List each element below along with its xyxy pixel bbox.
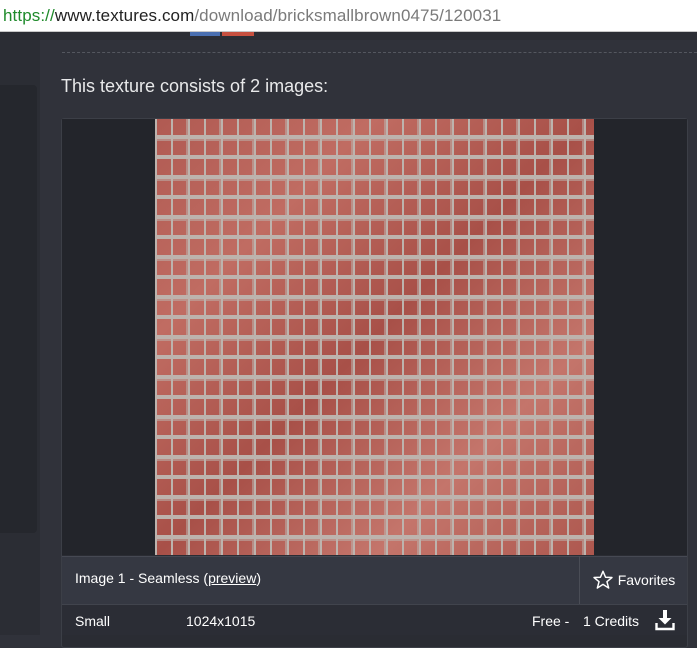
image-label: Image 1 - Seamless (preview) — [75, 570, 261, 586]
share-button-partial[interactable] — [190, 32, 220, 36]
url-domain: www.textures.com — [54, 6, 195, 25]
page-heading: This texture consists of 2 images: — [61, 76, 329, 96]
image-label-text: Image 1 - Seamless ( — [75, 570, 209, 586]
dashed-divider — [62, 52, 697, 53]
url-scheme: https:// — [3, 6, 55, 25]
image-label-end: ) — [256, 570, 261, 586]
page-top-strip — [0, 32, 697, 40]
address-bar[interactable]: https://www.textures.com/download/bricks… — [0, 0, 697, 32]
left-panel — [0, 85, 37, 533]
star-outline-icon — [592, 570, 613, 589]
share-button-partial-red[interactable] — [222, 32, 254, 36]
favorites-label: Favorites — [617, 572, 676, 588]
preview-link[interactable]: preview — [208, 570, 256, 586]
download-free-label: Free - — [532, 613, 570, 629]
brick-mortar-overlay — [155, 119, 594, 555]
url-path: /download/bricksmallbrown0475/120031 — [194, 6, 502, 25]
download-credits[interactable]: 1 Credits — [583, 613, 639, 629]
url-text[interactable]: https://www.textures.com/download/bricks… — [3, 6, 501, 26]
download-size: Small — [75, 613, 111, 629]
favorites-button[interactable]: Favorites — [580, 557, 687, 603]
download-resolution: 1024x1015 — [186, 613, 256, 629]
download-icon[interactable] — [655, 609, 675, 631]
